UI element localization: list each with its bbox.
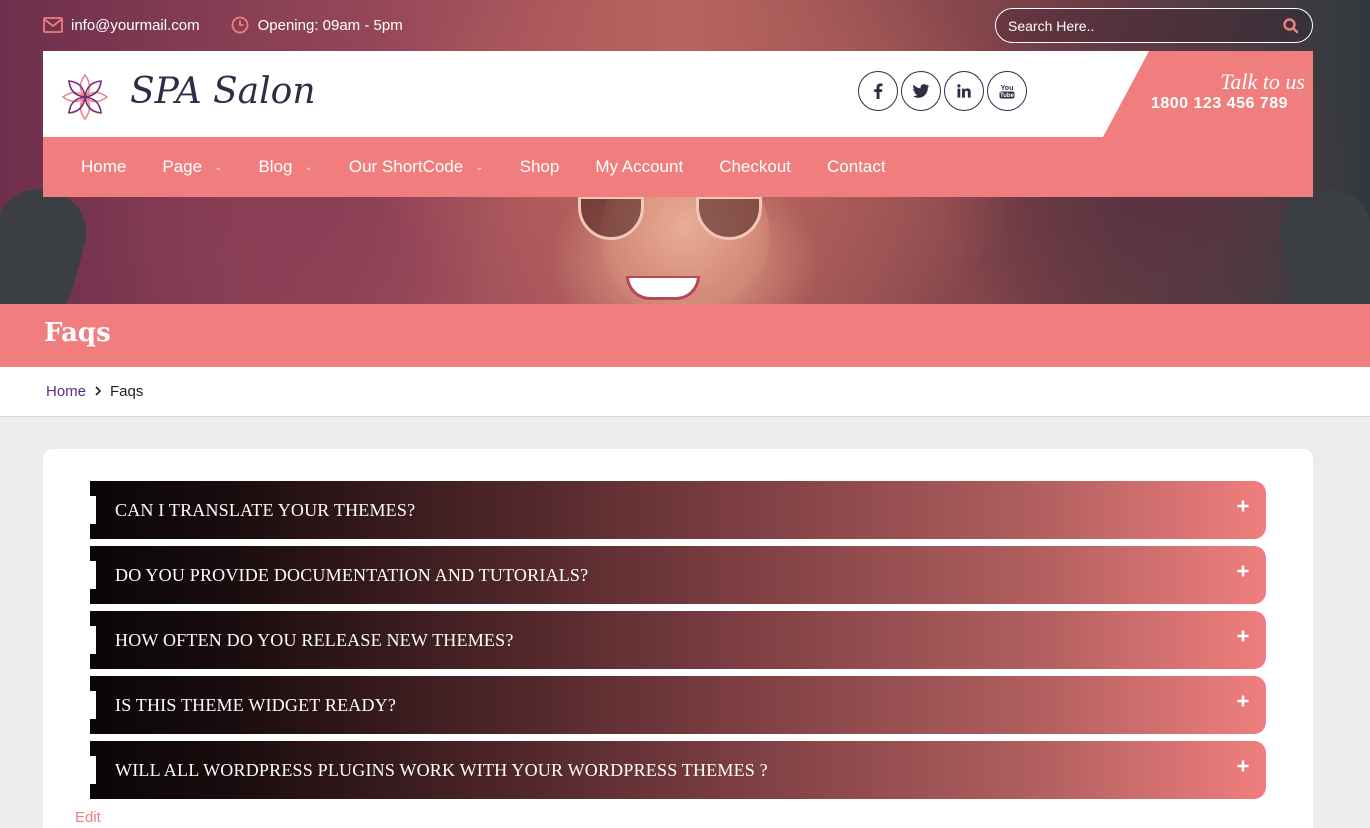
faq-question: Is this theme widget ready? xyxy=(115,694,397,715)
breadcrumb: Home Faqs xyxy=(46,383,143,400)
edit-link[interactable]: Edit xyxy=(75,809,101,826)
nav-item-home[interactable]: Home xyxy=(81,157,126,177)
search-input[interactable] xyxy=(1008,17,1282,34)
search-icon[interactable] xyxy=(1282,17,1300,35)
talk-to-us-panel: Talk to us 1800 123 456 789 xyxy=(1103,51,1313,137)
nav-item-my-account[interactable]: My Account xyxy=(595,157,683,177)
page-title-band: Faqs xyxy=(0,304,1370,367)
chevron-down-icon: ⌄ xyxy=(304,161,313,173)
plus-icon[interactable] xyxy=(1236,499,1250,513)
nav-item-contact[interactable]: Contact xyxy=(827,157,886,177)
main-nav: Home Page ⌄ Blog ⌄ Our ShortCode ⌄ Shop My … xyxy=(43,137,1313,197)
search-box xyxy=(995,8,1313,43)
faq-item[interactable]: How often do you release new themes? xyxy=(90,611,1266,669)
clock-icon xyxy=(230,15,250,35)
plus-icon[interactable] xyxy=(1236,759,1250,773)
plus-icon[interactable] xyxy=(1236,629,1250,643)
opening-hours: Opening: 09am - 5pm xyxy=(230,15,403,35)
nav-label: Our ShortCode xyxy=(348,157,464,176)
hours-text: Opening: 09am - 5pm xyxy=(257,16,403,34)
plus-icon[interactable] xyxy=(1236,694,1250,708)
nav-label: Home xyxy=(81,157,127,176)
top-contact-bar: info@yourmail.com Opening: 09am - 5pm xyxy=(43,10,433,40)
talk-label: Talk to us xyxy=(1220,69,1305,94)
nav-item-page[interactable]: Page ⌄ xyxy=(162,157,222,177)
chevron-right-icon xyxy=(94,383,102,400)
email-text: info@yourmail.com xyxy=(71,16,200,34)
linkedin-icon[interactable] xyxy=(944,71,984,111)
nav-item-shop[interactable]: Shop xyxy=(520,157,560,177)
breadcrumb-bar: Home Faqs xyxy=(0,367,1370,417)
faq-question: Will all wordpress plugins work with you… xyxy=(115,759,768,780)
chevron-down-icon: ⌄ xyxy=(214,161,223,173)
breadcrumb-current: Faqs xyxy=(110,383,144,400)
nav-label: Contact xyxy=(827,157,886,176)
faq-card: Can I translate your themes? Do you prov… xyxy=(43,449,1313,828)
plus-icon[interactable] xyxy=(1236,564,1250,578)
page-title: Faqs xyxy=(44,318,111,348)
nav-item-checkout[interactable]: Checkout xyxy=(719,157,791,177)
faq-question: How often do you release new themes? xyxy=(115,629,514,650)
breadcrumb-home-link[interactable]: Home xyxy=(46,383,86,400)
svg-text:Tube: Tube xyxy=(1000,93,1015,99)
twitter-icon[interactable] xyxy=(901,71,941,111)
faq-item[interactable]: Is this theme widget ready? xyxy=(90,676,1266,734)
lotus-logo-icon[interactable] xyxy=(57,69,113,125)
facebook-icon[interactable] xyxy=(858,71,898,111)
hero-arm-right xyxy=(1274,183,1370,304)
nav-label: Blog xyxy=(258,157,293,176)
nav-item-blog[interactable]: Blog ⌄ xyxy=(258,157,312,177)
brand-name[interactable]: SPA Salon xyxy=(130,71,316,112)
phone-number[interactable]: 1800 123 456 789 xyxy=(1151,95,1288,113)
social-links: You Tube xyxy=(858,71,1030,111)
faq-question: Can I translate your themes? xyxy=(115,499,416,520)
chevron-down-icon: ⌄ xyxy=(475,161,484,173)
email-contact[interactable]: info@yourmail.com xyxy=(43,15,200,35)
faq-item[interactable]: Can I translate your themes? xyxy=(90,481,1266,539)
hero-arm-left xyxy=(0,180,96,304)
nav-label: Page xyxy=(162,157,203,176)
faq-question: Do you provide documentation and tutoria… xyxy=(115,564,589,585)
youtube-icon[interactable]: You Tube xyxy=(987,71,1027,111)
envelope-icon xyxy=(43,15,63,35)
nav-label: Shop xyxy=(519,157,560,176)
nav-label: Checkout xyxy=(719,157,792,176)
faq-item[interactable]: Do you provide documentation and tutoria… xyxy=(90,546,1266,604)
faq-item[interactable]: Will all wordpress plugins work with you… xyxy=(90,741,1266,799)
nav-label: My Account xyxy=(595,157,684,176)
nav-item-our-shortcode[interactable]: Our ShortCode ⌄ xyxy=(349,157,484,177)
site-header: SPA Salon You Tube Talk to us 1800 123 45… xyxy=(43,51,1313,137)
svg-text:You: You xyxy=(1001,85,1014,92)
